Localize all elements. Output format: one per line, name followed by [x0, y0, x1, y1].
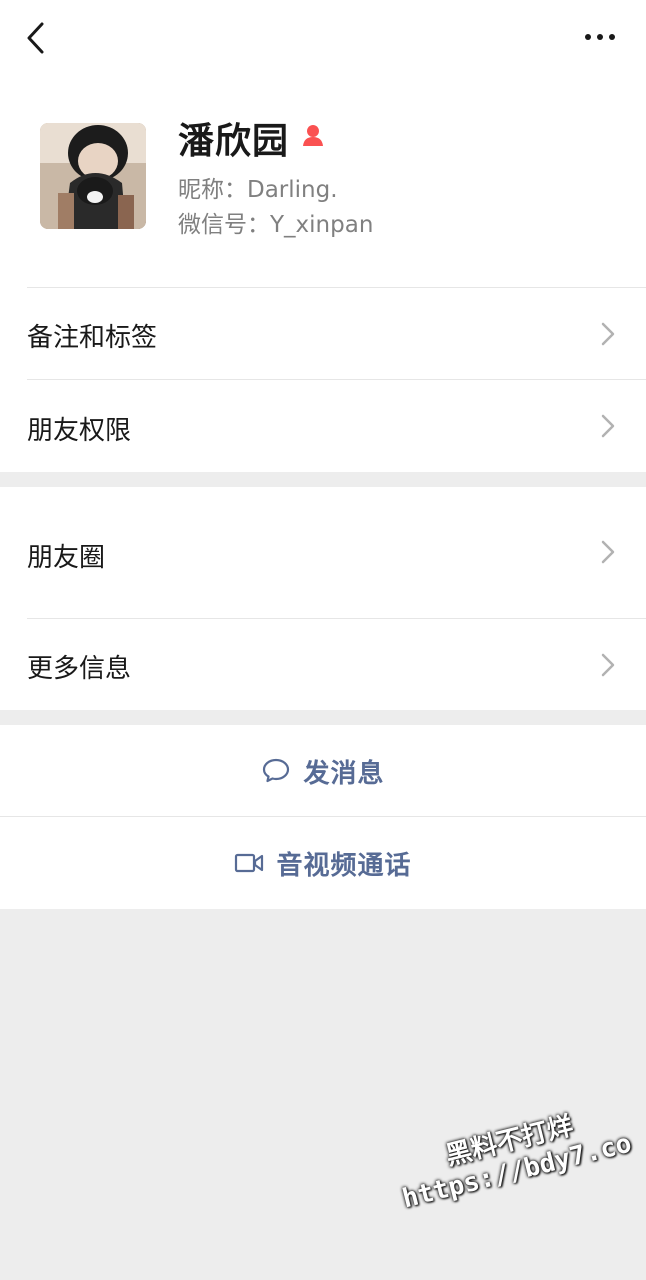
- nickname: 昵称：Darling.: [178, 177, 338, 203]
- avatar[interactable]: [40, 123, 146, 229]
- contact-name: 潘欣园: [178, 121, 290, 162]
- watermark: 黑料不打烊 https://bdy7.co: [388, 1092, 637, 1215]
- avatar-image: [40, 123, 146, 229]
- remarks-tags-label: 备注和标签: [27, 323, 158, 353]
- more-dots-icon[interactable]: [580, 22, 620, 52]
- action-buttons: 发消息 音视频通话: [0, 725, 646, 909]
- video-call-label: 音视频通话: [276, 850, 412, 881]
- send-message-label: 发消息: [303, 758, 385, 789]
- friend-permissions-label: 朋友权限: [27, 416, 132, 446]
- chevron-right-icon: [601, 414, 615, 438]
- profile-header: 潘欣园 昵称：Darling. 微信号：Y_xinpan 备注和标签 朋友权限: [0, 0, 646, 472]
- chat-bubble-icon: [263, 758, 290, 783]
- chevron-right-icon: [601, 653, 615, 677]
- moments-row[interactable]: 朋友圈: [0, 487, 646, 618]
- more-info-row[interactable]: 更多信息: [0, 619, 646, 710]
- female-icon: [303, 125, 323, 146]
- chevron-right-icon: [601, 322, 615, 346]
- contact-profile-page: 潘欣园 昵称：Darling. 微信号：Y_xinpan 备注和标签 朋友权限 …: [0, 0, 646, 1280]
- moments-label: 朋友圈: [27, 543, 106, 573]
- back-arrow-icon[interactable]: [22, 20, 52, 56]
- chevron-right-icon: [601, 540, 615, 564]
- wechat-id: 微信号：Y_xinpan: [178, 212, 374, 238]
- friend-permissions-row[interactable]: 朋友权限: [0, 380, 646, 472]
- info-group: 朋友圈 更多信息: [0, 487, 646, 710]
- send-message-button[interactable]: 发消息: [0, 725, 646, 817]
- more-info-label: 更多信息: [27, 654, 132, 684]
- remarks-tags-row[interactable]: 备注和标签: [0, 288, 646, 379]
- video-call-button[interactable]: 音视频通话: [0, 817, 646, 909]
- video-camera-icon: [235, 853, 264, 873]
